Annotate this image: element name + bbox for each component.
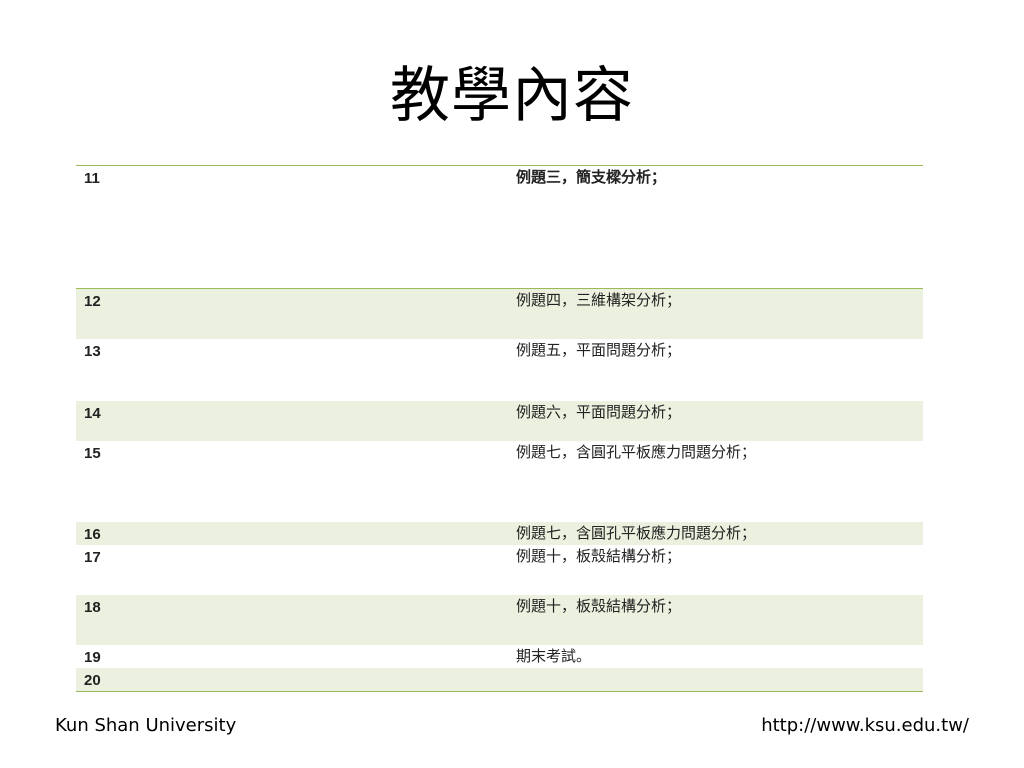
week-number: 19 — [84, 648, 101, 666]
week-topic: 例題十，板殼結構分析； — [516, 546, 682, 565]
course-schedule-table: 11 例題三，簡支樑分析； 12 例題四，三維構架分析； 13 例題五，平面問題… — [76, 165, 923, 692]
week-topic: 例題四，三維構架分析； — [508, 288, 923, 339]
table-row: 12 例題四，三維構架分析； — [76, 288, 923, 339]
table-row: 19 期末考試。 — [76, 645, 923, 668]
week-topic — [508, 667, 923, 691]
slide: 教學內容 11 例題三，簡支樑分析； 12 例題四，三維構架分析； 13 例題五… — [0, 0, 1024, 768]
table-row: 14 例題六，平面問題分析； — [76, 400, 923, 441]
week-number: 15 — [84, 444, 101, 462]
week-number: 16 — [76, 521, 508, 545]
week-topic: 例題七，含圓孔平板應力問題分析； — [516, 442, 757, 461]
table-row: 18 例題十，板殼結構分析； — [76, 594, 923, 645]
table-row: 11 例題三，簡支樑分析； — [76, 166, 923, 289]
week-number: 13 — [84, 342, 101, 360]
week-number: 14 — [76, 400, 508, 441]
table-row: 20 — [76, 667, 923, 691]
table-row: 17 例題十，板殼結構分析； — [76, 545, 923, 595]
week-number: 12 — [76, 288, 508, 339]
week-number: 18 — [76, 594, 508, 645]
slide-title: 教學內容 — [390, 61, 634, 131]
footer-university-name: Kun Shan University — [55, 715, 237, 736]
week-topic: 例題七，含圓孔平板應力問題分析； — [508, 521, 923, 545]
week-topic: 例題五，平面問題分析； — [516, 340, 682, 359]
week-number: 11 — [84, 170, 100, 187]
table-row: 13 例題五，平面問題分析； — [76, 339, 923, 401]
week-topic: 例題十，板殼結構分析； — [508, 594, 923, 645]
week-topic: 例題六，平面問題分析； — [508, 400, 923, 441]
week-number: 17 — [84, 548, 101, 566]
footer-website-url: http://www.ksu.edu.tw/ — [761, 715, 969, 736]
week-topic: 例題三，簡支樑分析； — [516, 168, 667, 186]
table-row: 15 例題七，含圓孔平板應力問題分析； — [76, 441, 923, 522]
table-row: 16 例題七，含圓孔平板應力問題分析； — [76, 521, 923, 545]
week-topic: 期末考試。 — [516, 646, 592, 665]
week-number: 20 — [76, 667, 508, 691]
